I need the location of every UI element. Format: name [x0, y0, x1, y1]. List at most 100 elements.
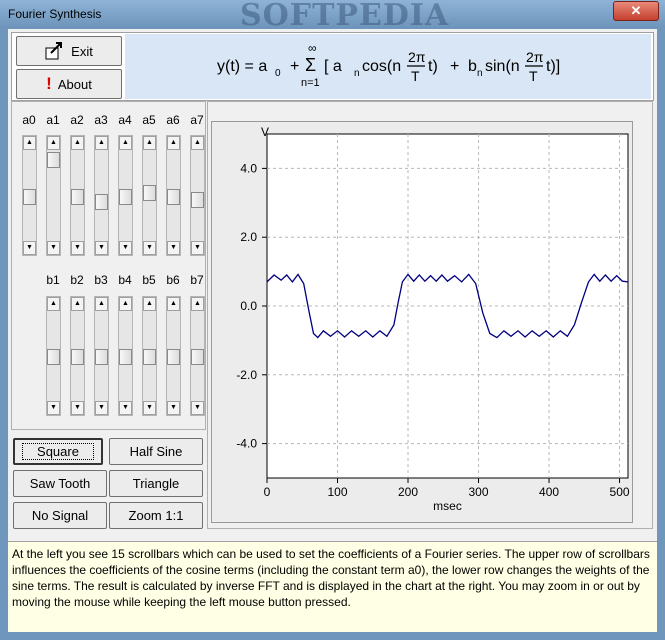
scroll-up-arrow-icon[interactable]: ▲: [119, 136, 132, 150]
scroll-down-arrow-icon[interactable]: ▼: [191, 401, 204, 415]
scrollbar-thumb[interactable]: [167, 349, 180, 365]
y-tick-label: 2.0: [240, 230, 257, 244]
scrollbar-thumb[interactable]: [191, 349, 204, 365]
saw-tooth-button[interactable]: Saw Tooth: [13, 470, 107, 497]
exit-button[interactable]: Exit: [16, 36, 122, 66]
scrollbar-b6[interactable]: ▲ ▼: [166, 296, 181, 416]
scroll-up-arrow-icon[interactable]: ▲: [47, 136, 60, 150]
scrollbar-thumb[interactable]: [47, 349, 60, 365]
scrollbar-a3[interactable]: ▲ ▼: [94, 135, 109, 256]
formula-lhs: y(t) = a: [217, 58, 267, 75]
scrollbar-thumb[interactable]: [71, 189, 84, 205]
half-sine-label: Half Sine: [129, 444, 183, 459]
signal-chart[interactable]: 0 100 200 300 400 500 4.0 2.0 0.0 -2.0 -4.0 Vmsec: [212, 122, 632, 522]
about-button[interactable]: ! About: [16, 69, 122, 99]
scroll-up-arrow-icon[interactable]: ▲: [95, 297, 108, 311]
scrollbar-b2[interactable]: ▲ ▼: [70, 296, 85, 416]
triangle-button[interactable]: Triangle: [109, 470, 203, 497]
formula-sum-top: ∞: [308, 41, 317, 55]
formula-t1: t): [428, 58, 438, 75]
scroll-down-arrow-icon[interactable]: ▼: [143, 401, 156, 415]
chart-area[interactable]: 0 100 200 300 400 500 4.0 2.0 0.0 -2.0 -4.0 Vmsec: [211, 121, 633, 523]
coefficient-sliders-panel: a0 ▲ ▼ a1 ▲ ▼ a2 ▲ ▼ a3 ▲ ▼ a4 ▲ ▼ a5 ▲ ▼ a6 ▲ ▼ a7 ▲ ▼ b1 ▲ ▼ b2 ▲ ▼…: [11, 101, 206, 430]
formula-sum-symbol: Σ: [305, 55, 316, 75]
scroll-up-arrow-icon[interactable]: ▲: [71, 136, 84, 150]
scrollbar-thumb[interactable]: [143, 349, 156, 365]
scroll-down-arrow-icon[interactable]: ▼: [143, 241, 156, 255]
y-tick-label: -2.0: [236, 368, 257, 382]
scroll-up-arrow-icon[interactable]: ▲: [191, 136, 204, 150]
scrollbar-b7[interactable]: ▲ ▼: [190, 296, 205, 416]
scrollbar-b5[interactable]: ▲ ▼: [142, 296, 157, 416]
scrollbar-a5[interactable]: ▲ ▼: [142, 135, 157, 256]
y-tick-label: 0.0: [240, 299, 257, 313]
scrollbar-thumb[interactable]: [47, 152, 60, 168]
scroll-up-arrow-icon[interactable]: ▲: [191, 297, 204, 311]
scroll-down-arrow-icon[interactable]: ▼: [119, 401, 132, 415]
y-tick-label: -4.0: [236, 437, 257, 451]
app-window: Fourier Synthesis SOFTPEDIA ✕ Exit ! Abo…: [0, 0, 665, 640]
zoom-button[interactable]: Zoom 1:1: [109, 502, 203, 529]
formula-frac-num-2: 2π: [526, 49, 544, 65]
close-icon: ✕: [630, 3, 642, 18]
scroll-up-arrow-icon[interactable]: ▲: [167, 297, 180, 311]
formula-t2: t)]: [546, 58, 560, 75]
slider-label-a3: a3: [94, 113, 108, 127]
close-button[interactable]: ✕: [613, 1, 659, 21]
scroll-up-arrow-icon[interactable]: ▲: [143, 297, 156, 311]
scroll-up-arrow-icon[interactable]: ▲: [167, 136, 180, 150]
scroll-down-arrow-icon[interactable]: ▼: [167, 401, 180, 415]
scrollbar-thumb[interactable]: [95, 194, 108, 210]
info-text: At the left you see 15 scrollbars which …: [8, 541, 657, 632]
scrollbar-thumb[interactable]: [167, 189, 180, 205]
scroll-up-arrow-icon[interactable]: ▲: [47, 297, 60, 311]
formula-a0-sub: 0: [275, 68, 281, 79]
window-title: Fourier Synthesis: [8, 7, 102, 21]
scroll-down-arrow-icon[interactable]: ▼: [71, 401, 84, 415]
formula-display: y(t) = a 0 + ∞ Σ n=1 [ a n cos(n 2π T t)…: [125, 34, 651, 99]
slider-label-a1: a1: [46, 113, 60, 127]
no-signal-button[interactable]: No Signal: [13, 502, 107, 529]
scroll-down-arrow-icon[interactable]: ▼: [23, 241, 36, 255]
half-sine-button[interactable]: Half Sine: [109, 438, 203, 465]
x-tick-label: 500: [610, 485, 630, 499]
scrollbar-a6[interactable]: ▲ ▼: [166, 135, 181, 256]
scrollbar-thumb[interactable]: [191, 192, 204, 208]
header-panel: Exit ! About y(t) = a 0 + ∞ Σ n=1 [ a n: [11, 32, 654, 101]
scroll-up-arrow-icon[interactable]: ▲: [95, 136, 108, 150]
scroll-up-arrow-icon[interactable]: ▲: [143, 136, 156, 150]
formula-sum-bottom: n=1: [301, 77, 320, 89]
scroll-down-arrow-icon[interactable]: ▼: [95, 401, 108, 415]
scroll-up-arrow-icon[interactable]: ▲: [23, 136, 36, 150]
scrollbar-a0[interactable]: ▲ ▼: [22, 135, 37, 256]
slider-label-a2: a2: [70, 113, 84, 127]
scrollbar-a2[interactable]: ▲ ▼: [70, 135, 85, 256]
scrollbar-a7[interactable]: ▲ ▼: [190, 135, 205, 256]
scrollbar-thumb[interactable]: [143, 185, 156, 201]
square-button[interactable]: Square: [13, 438, 103, 465]
scroll-down-arrow-icon[interactable]: ▼: [95, 241, 108, 255]
scrollbar-thumb[interactable]: [119, 349, 132, 365]
formula-cos: cos(n: [362, 58, 401, 75]
scroll-down-arrow-icon[interactable]: ▼: [47, 401, 60, 415]
scrollbar-thumb[interactable]: [23, 189, 36, 205]
formula-frac-num-1: 2π: [408, 49, 426, 65]
scroll-down-arrow-icon[interactable]: ▼: [47, 241, 60, 255]
scrollbar-thumb[interactable]: [71, 349, 84, 365]
scrollbar-thumb[interactable]: [95, 349, 108, 365]
scroll-down-arrow-icon[interactable]: ▼: [71, 241, 84, 255]
scroll-down-arrow-icon[interactable]: ▼: [191, 241, 204, 255]
scrollbar-b4[interactable]: ▲ ▼: [118, 296, 133, 416]
scrollbar-a4[interactable]: ▲ ▼: [118, 135, 133, 256]
scroll-down-arrow-icon[interactable]: ▼: [167, 241, 180, 255]
scrollbar-a1[interactable]: ▲ ▼: [46, 135, 61, 256]
scrollbar-b1[interactable]: ▲ ▼: [46, 296, 61, 416]
scroll-up-arrow-icon[interactable]: ▲: [71, 297, 84, 311]
scrollbar-b3[interactable]: ▲ ▼: [94, 296, 109, 416]
scrollbar-thumb[interactable]: [119, 189, 132, 205]
y-tick-label: 4.0: [240, 161, 257, 175]
x-tick-label: 100: [327, 485, 347, 499]
triangle-label: Triangle: [132, 476, 180, 491]
scroll-down-arrow-icon[interactable]: ▼: [119, 241, 132, 255]
scroll-up-arrow-icon[interactable]: ▲: [119, 297, 132, 311]
